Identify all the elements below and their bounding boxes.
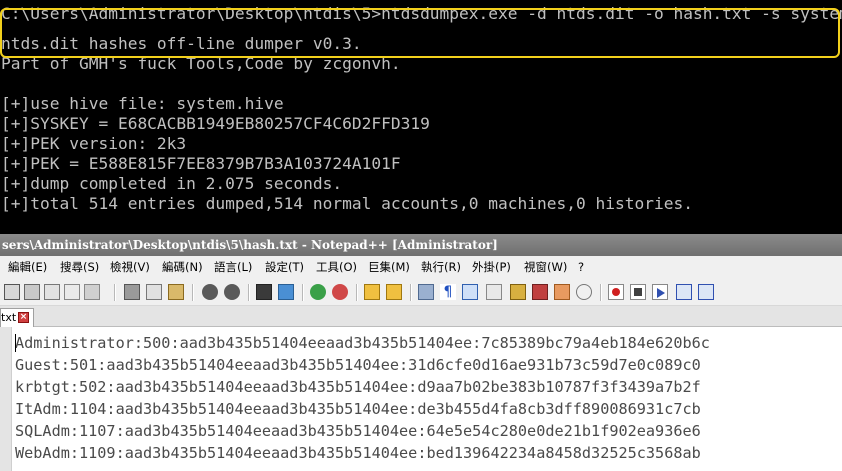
folder-workspace-icon[interactable]	[554, 284, 570, 300]
highlight-annotation	[0, 8, 840, 58]
tab-bar: txt ×	[0, 306, 842, 327]
undo-icon[interactable]	[202, 284, 218, 300]
menu-settings[interactable]: 設定(T)	[265, 256, 304, 279]
toolbar-separator	[410, 284, 412, 301]
console-output-line: [+]total 514 entries dumped,514 normal a…	[1, 194, 693, 213]
toolbar-separator	[356, 284, 358, 301]
stop-macro-icon[interactable]	[630, 284, 646, 300]
toolbar-separator	[248, 284, 250, 301]
editor-line[interactable]: WebAdm:1109:aad3b435b51404eeaad3b435b514…	[15, 442, 701, 464]
editor-line[interactable]: ItAdm:1104:aad3b435b51404eeaad3b435b5140…	[15, 398, 701, 420]
lang-define-icon[interactable]	[486, 284, 502, 300]
console-window: C:\Users\Administrator\Desktop\ntdis\5>n…	[0, 0, 842, 234]
console-output-line: [+]PEK = E588E815F7EE8379B7B3A103724A101…	[1, 154, 401, 173]
console-output-line: [+]use hive file: system.hive	[1, 94, 284, 113]
indent-guide-icon[interactable]	[462, 284, 478, 300]
editor-line[interactable]: krbtgt:502:aad3b435b51404eeaad3b435b5140…	[15, 376, 701, 398]
sync-vertical-icon[interactable]	[364, 284, 380, 300]
menu-search[interactable]: 搜尋(S)	[60, 256, 99, 279]
save-macro-icon[interactable]	[698, 284, 714, 300]
text-caret	[15, 334, 16, 352]
menu-encoding[interactable]: 編碼(N)	[162, 256, 203, 279]
tab-hash-txt[interactable]: txt ×	[0, 308, 34, 327]
menu-plugins[interactable]: 外掛(P)	[472, 256, 511, 279]
menu-tools[interactable]: 工具(O)	[316, 256, 357, 279]
title-bar[interactable]: sers\Administrator\Desktop\ntdis\5\hash.…	[0, 234, 842, 256]
window-title: sers\Administrator\Desktop\ntdis\5\hash.…	[2, 238, 498, 252]
sync-horizontal-icon[interactable]	[386, 284, 402, 300]
tab-label: txt	[1, 311, 17, 324]
record-macro-icon[interactable]	[608, 284, 624, 300]
show-all-chars-icon[interactable]: ¶	[440, 284, 456, 300]
play-macro-icon[interactable]	[652, 284, 668, 300]
menu-edit[interactable]: 編輯(E)	[8, 256, 47, 279]
editor-line[interactable]: SQLAdm:1107:aad3b435b51404eeaad3b435b514…	[15, 420, 701, 442]
close-file-icon[interactable]	[44, 284, 60, 300]
find-icon[interactable]	[256, 284, 272, 300]
console-output-line: [+]SYSKEY = E68CACBB1949EB80257CF4C6D2FF…	[1, 114, 430, 133]
notepad-window: sers\Administrator\Desktop\ntdis\5\hash.…	[0, 234, 842, 471]
function-list-icon[interactable]	[532, 284, 548, 300]
console-output-line: [+]PEK version: 2k3	[1, 134, 187, 153]
monitoring-icon[interactable]	[576, 284, 592, 300]
toolbar-separator	[600, 284, 602, 301]
menu-view[interactable]: 檢視(V)	[110, 256, 150, 279]
menu-macro[interactable]: 巨集(M)	[368, 256, 410, 279]
editor-line[interactable]: Administrator:500:aad3b435b51404eeaad3b4…	[15, 332, 710, 354]
zoom-out-icon[interactable]	[332, 284, 348, 300]
editor-line[interactable]: Guest:501:aad3b435b51404eeaad3b435b51404…	[15, 354, 701, 376]
paste-icon[interactable]	[168, 284, 184, 300]
menu-help[interactable]: ?	[578, 256, 584, 279]
menu-window[interactable]: 視窗(W)	[524, 256, 567, 279]
doc-map-icon[interactable]	[510, 284, 526, 300]
word-wrap-icon[interactable]	[418, 284, 434, 300]
zoom-in-icon[interactable]	[310, 284, 326, 300]
menu-language[interactable]: 語言(L)	[214, 256, 252, 279]
editor-area[interactable]: Administrator:500:aad3b435b51404eeaad3b4…	[0, 327, 842, 471]
menu-run[interactable]: 執行(R)	[421, 256, 461, 279]
run-macro-multiple-icon[interactable]	[676, 284, 692, 300]
line-gutter	[0, 327, 12, 471]
save-all-icon[interactable]	[24, 284, 40, 300]
replace-icon[interactable]	[278, 284, 294, 300]
toolbar: ¶	[0, 279, 842, 306]
toolbar-separator	[192, 284, 194, 301]
copy-icon[interactable]	[146, 284, 162, 300]
close-icon[interactable]: ×	[18, 312, 29, 323]
save-icon[interactable]	[4, 284, 20, 300]
redo-icon[interactable]	[224, 284, 240, 300]
toolbar-separator	[302, 284, 304, 301]
close-all-icon[interactable]	[64, 284, 80, 300]
print-icon[interactable]	[84, 284, 100, 300]
cut-icon[interactable]	[124, 284, 140, 300]
console-output-line: [+]dump completed in 2.075 seconds.	[1, 174, 343, 193]
toolbar-separator	[114, 284, 116, 301]
menu-bar: 編輯(E) 搜尋(S) 檢視(V) 編碼(N) 語言(L) 設定(T) 工具(O…	[0, 256, 842, 279]
